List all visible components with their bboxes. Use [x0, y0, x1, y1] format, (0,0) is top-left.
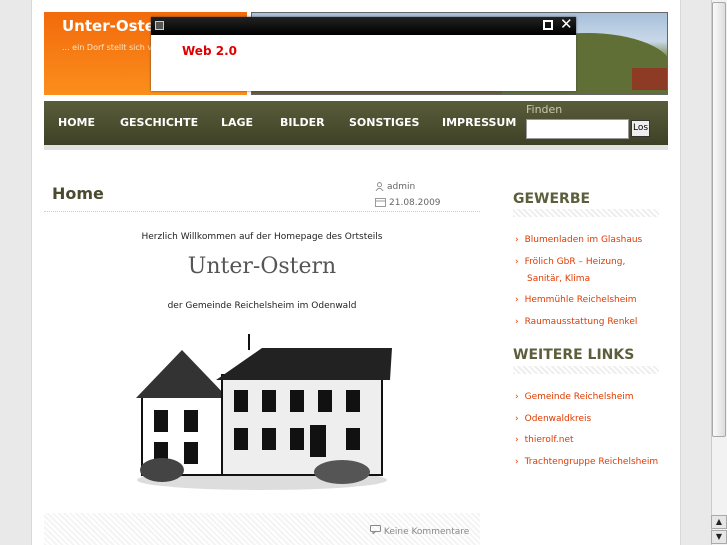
sidebar-link-froelich-cont[interactable]: Sanitär, Klima [527, 271, 590, 288]
sidebar-link-renkel[interactable]: › Raumausstattung Renkel [515, 314, 637, 331]
logo-script: Unter-Ostern [187, 254, 337, 279]
link-text[interactable]: Gemeinde Reichelsheim [525, 392, 634, 402]
sidebar-rule [513, 366, 659, 374]
sidebar-heading-gewerbe: GEWERBE [513, 191, 591, 207]
sidebar-rule [513, 209, 659, 217]
calendar-icon [375, 198, 386, 207]
user-icon [375, 182, 384, 192]
comments-text[interactable]: Keine Kommentare [384, 527, 469, 537]
chevron-right-icon: › [515, 414, 519, 424]
post-date: 21.08.2009 [375, 198, 441, 208]
sidebar-link-hemmuehle[interactable]: › Hemmühle Reichelsheim [515, 292, 637, 309]
comments-link[interactable]: Keine Kommentare [370, 525, 469, 537]
community-text: der Gemeinde Reichelsheim im Odenwald [167, 301, 357, 311]
search-button[interactable]: Los [631, 120, 650, 137]
sidebar-link-gemeinde[interactable]: › Gemeinde Reichelsheim [515, 389, 634, 406]
link-text[interactable]: thierolf.net [525, 435, 574, 445]
close-icon[interactable]: ✕ [560, 15, 573, 33]
chevron-right-icon: › [515, 317, 519, 327]
popup-window-icon [155, 21, 164, 30]
nav-item-lage[interactable]: LAGE [221, 116, 253, 129]
nav-item-impressum[interactable]: IMPRESSUM [442, 116, 516, 129]
chevron-right-icon: › [515, 392, 519, 402]
scroll-down-arrow-icon[interactable]: ▼ [711, 530, 727, 544]
nav-item-bilder[interactable]: BILDER [280, 116, 325, 129]
author-name[interactable]: admin [387, 182, 415, 192]
link-text[interactable]: Blumenladen im Glashaus [525, 235, 643, 245]
date-text: 21.08.2009 [389, 198, 441, 208]
link-text[interactable]: Odenwaldkreis [525, 414, 592, 424]
chevron-right-icon: › [515, 257, 519, 267]
chevron-right-icon: › [515, 435, 519, 445]
sidebar-link-froelich[interactable]: › Frölich GbR – Heizung, [515, 254, 625, 271]
scrollbar-thumb[interactable] [712, 2, 726, 437]
title-divider [44, 211, 480, 212]
link-text[interactable]: Frölich GbR – Heizung, [525, 257, 626, 267]
comment-icon [370, 525, 381, 536]
sidebar-link-thierolf[interactable]: › thierolf.net [515, 432, 574, 449]
chevron-right-icon: › [515, 295, 519, 305]
scroll-up-arrow-icon[interactable]: ▲ [711, 515, 727, 529]
nav-item-home[interactable]: HOME [58, 116, 95, 129]
sidebar-link-blumenladen[interactable]: › Blumenladen im Glashaus [515, 232, 642, 249]
sidebar-link-odenwaldkreis[interactable]: › Odenwaldkreis [515, 411, 591, 428]
maximize-icon[interactable] [543, 20, 553, 30]
link-text[interactable]: Raumausstattung Renkel [525, 317, 638, 327]
chevron-right-icon: › [515, 457, 519, 467]
link-text[interactable]: Hemmühle Reichelsheim [525, 295, 637, 305]
page-title[interactable]: Home [52, 184, 104, 203]
search-input[interactable] [526, 119, 629, 139]
site-tagline: ... ein Dorf stellt sich vor [62, 43, 161, 52]
house-sketch-image [136, 334, 392, 490]
nav-item-geschichte[interactable]: GESCHICHTE [120, 116, 198, 129]
chevron-right-icon: › [515, 235, 519, 245]
nav-item-sonstiges[interactable]: SONSTIGES [349, 116, 419, 129]
link-text[interactable]: Trachtengruppe Reichelsheim [525, 457, 659, 467]
nav-shadow [44, 145, 668, 150]
popup-titlebar[interactable]: ✕ [151, 15, 576, 35]
web20-popup: ✕ Web 2.0 [151, 15, 576, 91]
post-author: admin [375, 182, 415, 192]
welcome-text: Herzlich Willkommen auf der Homepage des… [141, 232, 383, 242]
search-label: Finden [526, 103, 563, 116]
sidebar-link-trachtengruppe[interactable]: › Trachtengruppe Reichelsheim [515, 454, 658, 471]
popup-text: Web 2.0 [182, 44, 237, 58]
sidebar-heading-weitere-links: WEITERE LINKS [513, 347, 635, 363]
photo-roof [632, 68, 667, 90]
